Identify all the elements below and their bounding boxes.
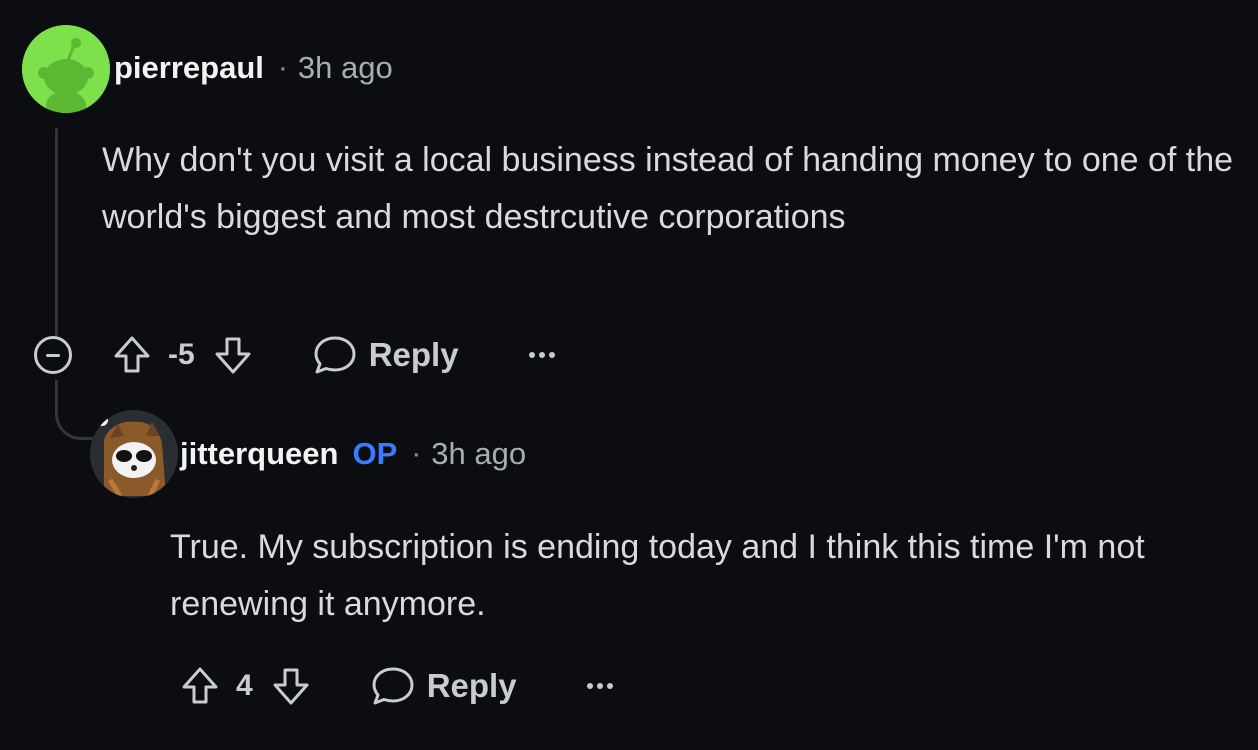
thread-connector xyxy=(55,398,97,440)
avatar-jitterqueen[interactable] xyxy=(90,410,178,498)
downvote-button[interactable] xyxy=(271,666,311,706)
more-options-icon xyxy=(548,352,555,358)
more-options-button[interactable] xyxy=(528,352,555,358)
avatar-pierrepaul[interactable] xyxy=(22,25,110,113)
reply-button[interactable]: Reply xyxy=(313,335,459,375)
more-options-icon xyxy=(538,352,545,358)
comment-meta: pierrepaul · 3h ago xyxy=(114,50,393,86)
downvote-icon xyxy=(273,668,309,705)
snoo-avatar-icon xyxy=(22,25,110,113)
more-options-icon xyxy=(586,683,593,689)
upvote-button[interactable] xyxy=(180,666,220,706)
comment-actions: -5 Reply xyxy=(34,330,555,380)
meta-separator: · xyxy=(411,437,422,470)
comment-actions: 4 Reply xyxy=(180,661,613,711)
comment-thread: pierrepaul · 3h ago Why don't you visit … xyxy=(0,0,1258,750)
username[interactable]: jitterqueen xyxy=(180,436,338,472)
reply-label: Reply xyxy=(426,667,517,704)
comment-body: Why don't you visit a local business ins… xyxy=(102,141,1234,236)
reply-bubble-icon xyxy=(372,667,414,705)
timestamp[interactable]: 3h ago xyxy=(298,50,393,86)
op-badge: OP xyxy=(352,436,398,471)
comment-meta: jitterqueen OP · 3h ago xyxy=(180,436,526,472)
meta-separator: · xyxy=(277,51,288,84)
downvote-button[interactable] xyxy=(213,335,253,375)
username[interactable]: pierrepaul xyxy=(114,50,264,86)
more-options-button[interactable] xyxy=(586,683,613,689)
snoo-avatar-icon xyxy=(90,410,178,498)
comment-body: True. My subscription is ending today an… xyxy=(170,528,1145,623)
more-options-icon xyxy=(606,683,613,689)
upvote-button[interactable] xyxy=(112,335,152,375)
more-options-icon xyxy=(596,683,603,689)
thread-line[interactable] xyxy=(55,128,58,340)
timestamp[interactable]: 3h ago xyxy=(431,436,526,472)
more-options-icon xyxy=(528,352,535,358)
vote-score: -5 xyxy=(168,338,195,371)
upvote-icon xyxy=(182,667,218,704)
collapse-thread-button[interactable] xyxy=(34,336,72,374)
vote-score: 4 xyxy=(236,669,253,702)
upvote-icon xyxy=(114,336,150,373)
reply-button[interactable]: Reply xyxy=(371,666,517,706)
downvote-icon xyxy=(215,337,251,374)
reply-label: Reply xyxy=(368,336,459,373)
reply-bubble-icon xyxy=(314,336,356,374)
collapse-icon xyxy=(46,353,60,357)
